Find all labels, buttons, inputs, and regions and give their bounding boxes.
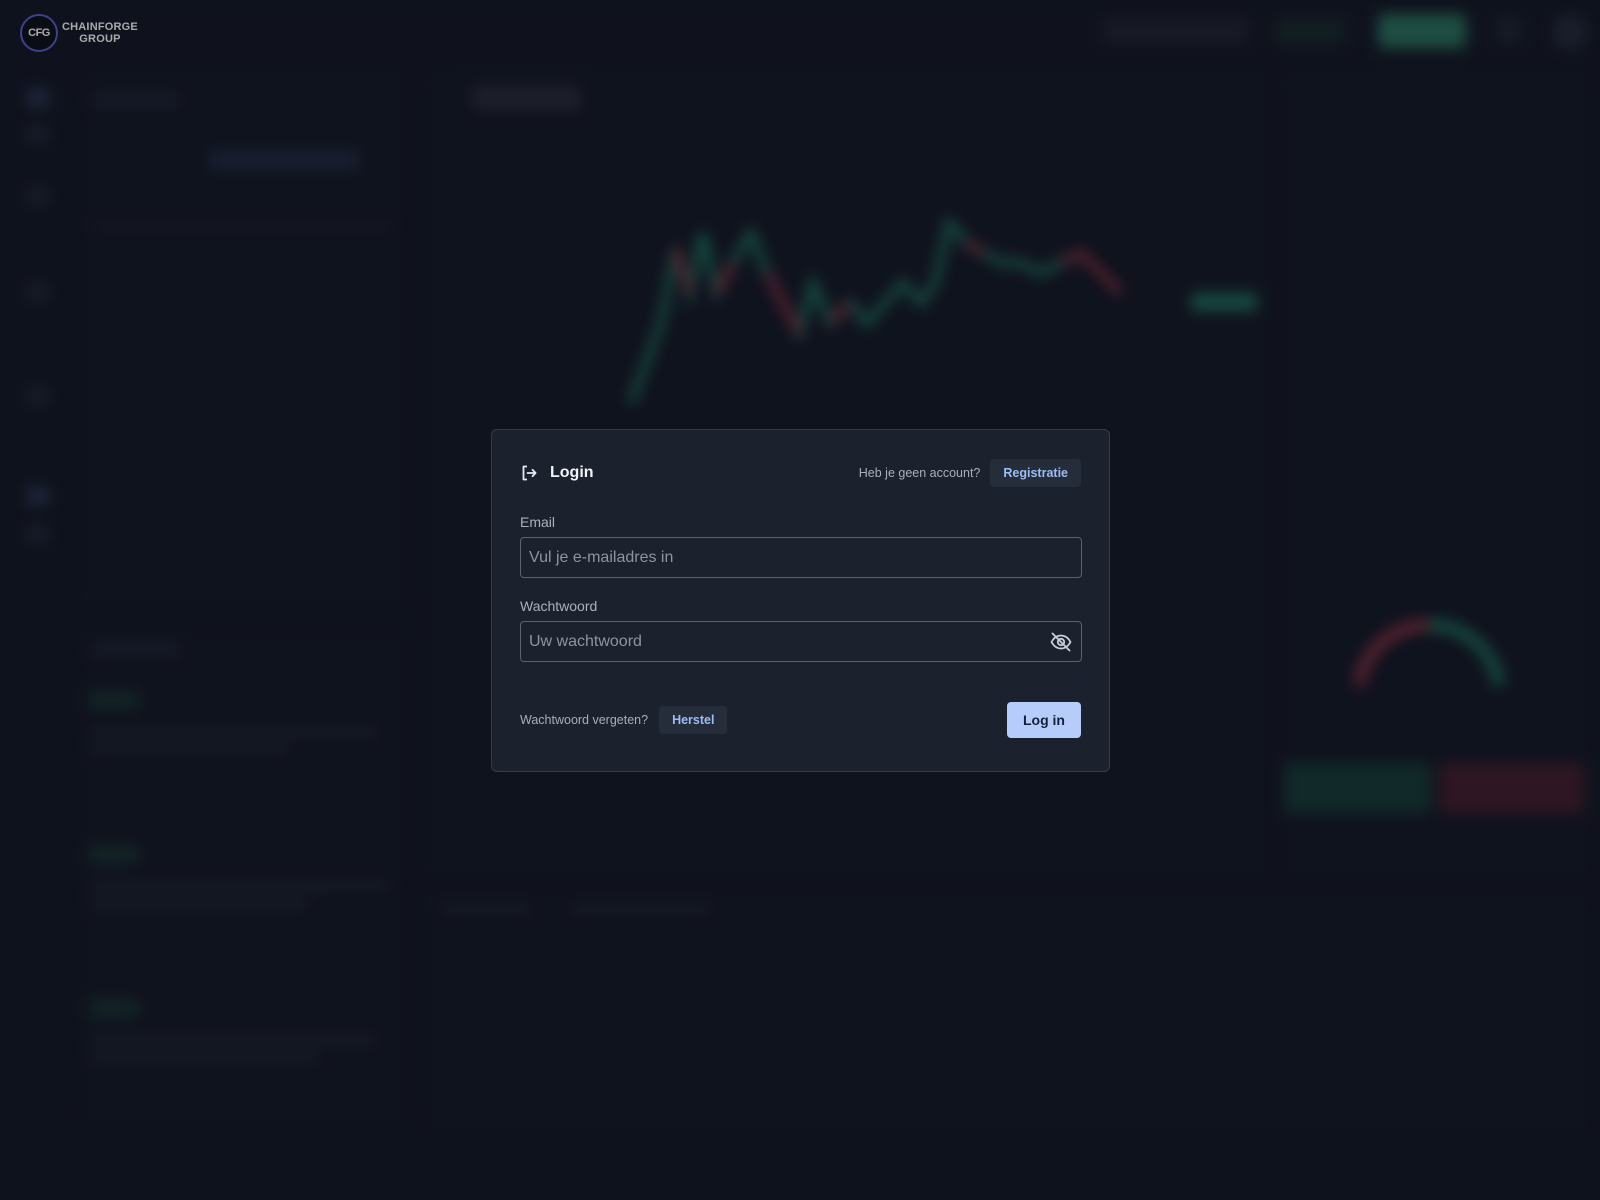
modal-footer: Wachtwoord vergeten? Herstel Log in [520,702,1081,738]
email-label: Email [520,514,556,530]
password-field-wrap [520,621,1082,662]
forgot-password-row: Wachtwoord vergeten? Herstel [520,706,728,734]
password-field[interactable] [521,622,1081,661]
password-label: Wachtwoord [520,598,598,614]
register-prompt: Heb je geen account? Registratie [859,459,1081,487]
email-field-wrap [520,537,1082,578]
modal-header: Login Heb je geen account? Registratie [520,458,1081,488]
register-button[interactable]: Registratie [990,459,1081,487]
login-modal: Login Heb je geen account? Registratie E… [491,429,1110,772]
app-root: CFG CHAINFORGE GROUP Login Heb je geen a… [0,0,1600,1200]
login-submit-button[interactable]: Log in [1007,702,1081,738]
eye-off-icon [1050,632,1072,652]
password-visibility-toggle[interactable] [1049,630,1073,654]
modal-title-wrap: Login [520,464,594,482]
reset-password-button[interactable]: Herstel [659,706,728,734]
modal-title: Login [550,464,594,481]
no-account-text: Heb je geen account? [858,466,981,480]
forgot-password-text: Wachtwoord vergeten? [520,713,649,727]
login-arrow-icon [522,465,537,481]
email-field[interactable] [521,538,1081,577]
